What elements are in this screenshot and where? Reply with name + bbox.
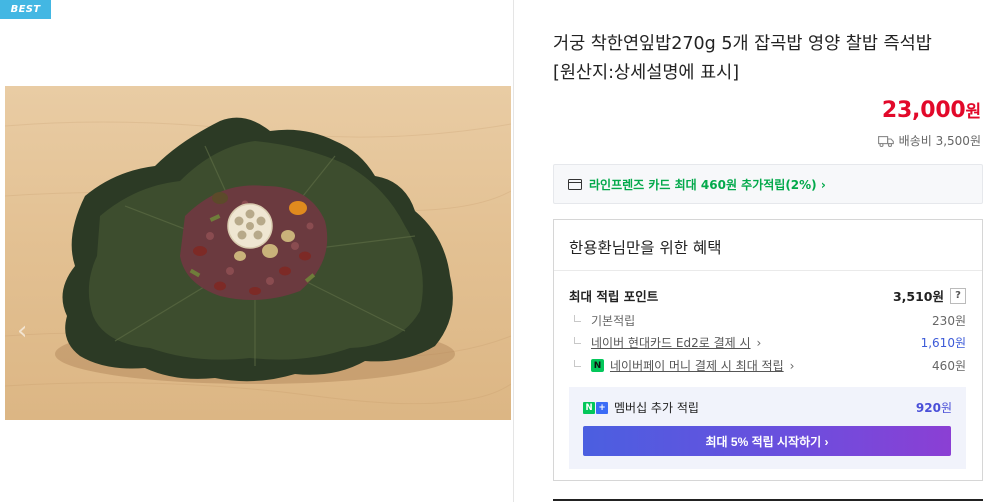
chevron-left-icon[interactable]: ‹ (17, 316, 33, 346)
max-points-value: 3,510원 (892, 289, 944, 304)
points-row-value: 1,610원 (920, 336, 966, 350)
benefits-panel: 한용환님만을 위한 혜택 최대 적립 포인트 3,510원 ? 기본적립 230… (553, 219, 983, 481)
help-icon[interactable]: ? (950, 287, 966, 304)
chevron-right-icon: › (789, 358, 795, 373)
best-badge: BEST (0, 0, 51, 19)
product-price: 23,000원 (882, 97, 981, 123)
max-points-row: 최대 적립 포인트 3,510원 ? (569, 286, 966, 305)
tree-connector (574, 359, 581, 367)
tree-connector (574, 336, 581, 344)
divider (554, 270, 982, 271)
product-image[interactable]: ‹ (5, 86, 511, 420)
card-promo-link[interactable]: 라인프렌즈 카드 최대 460원 추가적립(2%) › (553, 164, 983, 204)
points-row-basic: 기본적립 230원 (569, 312, 966, 329)
product-title-line2: [원산지:상세설명에 표시] (553, 63, 740, 83)
start-membership-button[interactable]: 최대 5% 적립 시작하기 › (583, 426, 951, 456)
naver-plus-icon: N + (583, 401, 608, 414)
points-row-npay[interactable]: N 네이버페이 머니 결제 시 최대 적립 › 460원 (569, 357, 966, 374)
shipping-fee: 배송비 3,500원 (877, 132, 981, 149)
npay-icon: N (591, 359, 604, 372)
tree-connector (574, 314, 581, 322)
product-title: 거궁 착한연잎밥270g 5개 잡곡밥 영양 찰밥 즉석밥 [원산지:상세설명에… (553, 30, 993, 88)
points-row-label[interactable]: 네이버 현대카드 Ed2로 결제 시 (591, 334, 751, 351)
points-row-card[interactable]: 네이버 현대카드 Ed2로 결제 시 › 1,610원 (569, 334, 966, 351)
product-info-pane: 거궁 착한연잎밥270g 5개 잡곡밥 영양 찰밥 즉석밥 [원산지:상세설명에… (514, 0, 1001, 502)
membership-box: N + 멤버십 추가 적립 920원 최대 5% 적립 시작하기 › (569, 387, 966, 469)
points-row-label: 기본적립 (591, 314, 636, 328)
product-title-line1: 거궁 착한연잎밥270g 5개 잡곡밥 영양 찰밥 즉석밥 (553, 34, 932, 54)
membership-value: 920원 (915, 401, 952, 415)
divider (553, 499, 983, 501)
points-row-value: 460원 (932, 359, 966, 373)
points-row-value: 230원 (932, 314, 966, 328)
shipping-text: 배송비 3,500원 (898, 134, 981, 148)
chevron-right-icon: › (756, 335, 762, 350)
card-promo-label: 라인프렌즈 카드 최대 460원 추가적립(2%) › (589, 177, 826, 192)
product-image-pane: BEST ‹ (0, 0, 514, 502)
membership-label-text: 멤버십 추가 적립 (614, 401, 699, 415)
benefits-title: 한용환님만을 위한 혜택 (569, 239, 722, 257)
price-unit: 원 (965, 102, 982, 122)
truck-icon (877, 135, 894, 147)
points-row-label[interactable]: 네이버페이 머니 결제 시 최대 적립 (610, 357, 784, 374)
lotus-leaf-rice-illustration (5, 117, 511, 405)
membership-label: N + 멤버십 추가 적립 (583, 399, 699, 416)
max-points-label: 최대 적립 포인트 (569, 289, 659, 304)
card-icon (568, 178, 582, 190)
price-amount: 23,000 (881, 98, 966, 123)
